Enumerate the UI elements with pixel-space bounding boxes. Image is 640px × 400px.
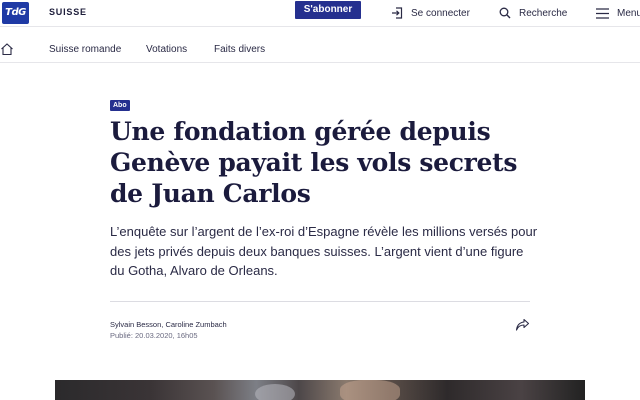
menu-button[interactable]: Menu bbox=[596, 5, 640, 21]
hero-image-detail bbox=[255, 384, 295, 400]
menu-label: Menu bbox=[617, 7, 640, 19]
login-icon bbox=[392, 7, 403, 19]
site-logo[interactable]: TdG bbox=[2, 2, 29, 24]
hero-image-detail bbox=[340, 380, 400, 400]
home-icon[interactable] bbox=[0, 42, 14, 56]
search-label: Recherche bbox=[519, 7, 568, 19]
subscribe-button[interactable]: S'abonner bbox=[295, 1, 361, 19]
menu-icon bbox=[596, 7, 609, 19]
article-headline: Une fondation gérée depuis Genève payait… bbox=[110, 117, 518, 208]
abo-badge: Abo bbox=[110, 100, 130, 111]
nav-item-faits-divers[interactable]: Faits divers bbox=[214, 44, 265, 55]
nav-item-votations[interactable]: Votations bbox=[146, 44, 187, 55]
article-lead: L’enquête sur l’argent de l’ex-roi d’Esp… bbox=[110, 224, 538, 278]
divider bbox=[110, 301, 530, 302]
share-icon[interactable] bbox=[515, 318, 530, 332]
search-icon bbox=[499, 7, 511, 19]
search-link[interactable]: Recherche bbox=[499, 5, 567, 21]
nav-item-suisse-romande[interactable]: Suisse romande bbox=[49, 44, 121, 55]
site-header: TdG SUISSE S'abonner Se connecter Recher… bbox=[0, 0, 640, 27]
login-label: Se connecter bbox=[411, 7, 470, 19]
section-nav: Suisse romande Votations Faits divers bbox=[0, 37, 640, 63]
publish-date: Publié: 20.03.2020, 16h05 bbox=[110, 331, 198, 340]
article-hero-image bbox=[55, 380, 585, 400]
login-link[interactable]: Se connecter bbox=[391, 5, 470, 21]
section-title[interactable]: SUISSE bbox=[49, 7, 87, 17]
article-authors[interactable]: Sylvain Besson, Caroline Zumbach bbox=[110, 320, 227, 329]
